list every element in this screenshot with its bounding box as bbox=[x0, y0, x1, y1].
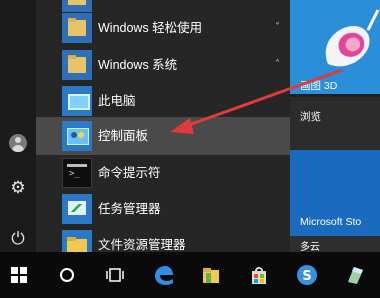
cortana-circle-icon bbox=[60, 268, 74, 282]
task-manager-icon bbox=[62, 194, 92, 224]
settings-button[interactable]: ⚙ bbox=[0, 170, 36, 206]
folder-icon bbox=[62, 50, 92, 80]
user-account-button[interactable] bbox=[0, 125, 36, 161]
app-list-item-label: 此电脑 bbox=[98, 94, 136, 108]
app-taskbar-button[interactable] bbox=[336, 252, 374, 298]
tile-label: 浏览 bbox=[300, 111, 321, 123]
app-list-item-windows-accessibility[interactable]: Windows 轻松使用 ˅ bbox=[36, 9, 290, 47]
edge-button[interactable] bbox=[144, 252, 182, 298]
app-list-item-command-prompt[interactable]: 命令提示符 bbox=[36, 154, 290, 192]
app-list-item-label: 任务管理器 bbox=[98, 202, 161, 216]
control-panel-icon bbox=[62, 121, 92, 151]
store-taskbar-button[interactable] bbox=[240, 252, 278, 298]
app-list-item-windows-system[interactable]: Windows 系统 ˄ bbox=[36, 46, 290, 84]
app-list-item-label: Windows 轻松使用 bbox=[98, 21, 203, 35]
tile-area: 画图 3D 浏览 Microsoft Sto 多云 bbox=[290, 0, 380, 253]
folder-icon bbox=[62, 13, 92, 43]
app-list-item-control-panel[interactable]: 控制面板 bbox=[36, 117, 290, 155]
tile-label: 画图 3D bbox=[300, 80, 338, 92]
store-bag-icon bbox=[252, 267, 266, 284]
app-list-item-this-pc[interactable]: 此电脑 bbox=[36, 82, 290, 120]
sogou-taskbar-button[interactable]: S bbox=[288, 252, 326, 298]
app-list-item-label: 控制面板 bbox=[98, 129, 149, 143]
tile-paint-3d[interactable]: 画图 3D bbox=[290, 0, 380, 94]
file-explorer-icon bbox=[203, 268, 219, 283]
edge-browser-icon bbox=[155, 266, 173, 285]
start-button[interactable] bbox=[0, 252, 38, 298]
chevron-down-icon: ˅ bbox=[275, 22, 280, 33]
app-icon bbox=[348, 267, 363, 284]
command-prompt-icon bbox=[62, 158, 92, 188]
svg-text:S: S bbox=[302, 269, 311, 284]
s-logo-icon: S bbox=[297, 265, 317, 285]
taskbar: S bbox=[0, 252, 380, 298]
power-icon: ⏻ bbox=[11, 228, 25, 249]
app-list: Windows 轻松使用 ˅ Windows 系统 ˄ 此电脑 控制面板 命令提… bbox=[36, 0, 290, 260]
start-menu-rail: ⚙ ⏻ bbox=[0, 0, 36, 252]
file-explorer-taskbar-button[interactable] bbox=[192, 252, 230, 298]
task-view-button[interactable] bbox=[96, 252, 134, 298]
tile-label: 多云 bbox=[300, 242, 320, 253]
tile-label: Microsoft Sto bbox=[300, 216, 362, 228]
user-avatar-icon bbox=[9, 134, 27, 152]
tile-weather[interactable]: 多云 bbox=[290, 236, 380, 253]
app-list-item-task-manager[interactable]: 任务管理器 bbox=[36, 190, 290, 228]
cortana-search-button[interactable] bbox=[48, 252, 86, 298]
tile-microsoft-store[interactable]: Microsoft Sto bbox=[290, 150, 380, 236]
chevron-up-icon: ˄ bbox=[275, 59, 280, 70]
computer-icon bbox=[62, 86, 92, 116]
app-list-item-label: Windows 系统 bbox=[98, 58, 178, 72]
windows-logo-icon bbox=[11, 267, 27, 283]
app-list-item-label: 命令提示符 bbox=[98, 166, 161, 180]
gear-icon: ⚙ bbox=[10, 177, 26, 198]
task-view-icon bbox=[106, 268, 124, 282]
